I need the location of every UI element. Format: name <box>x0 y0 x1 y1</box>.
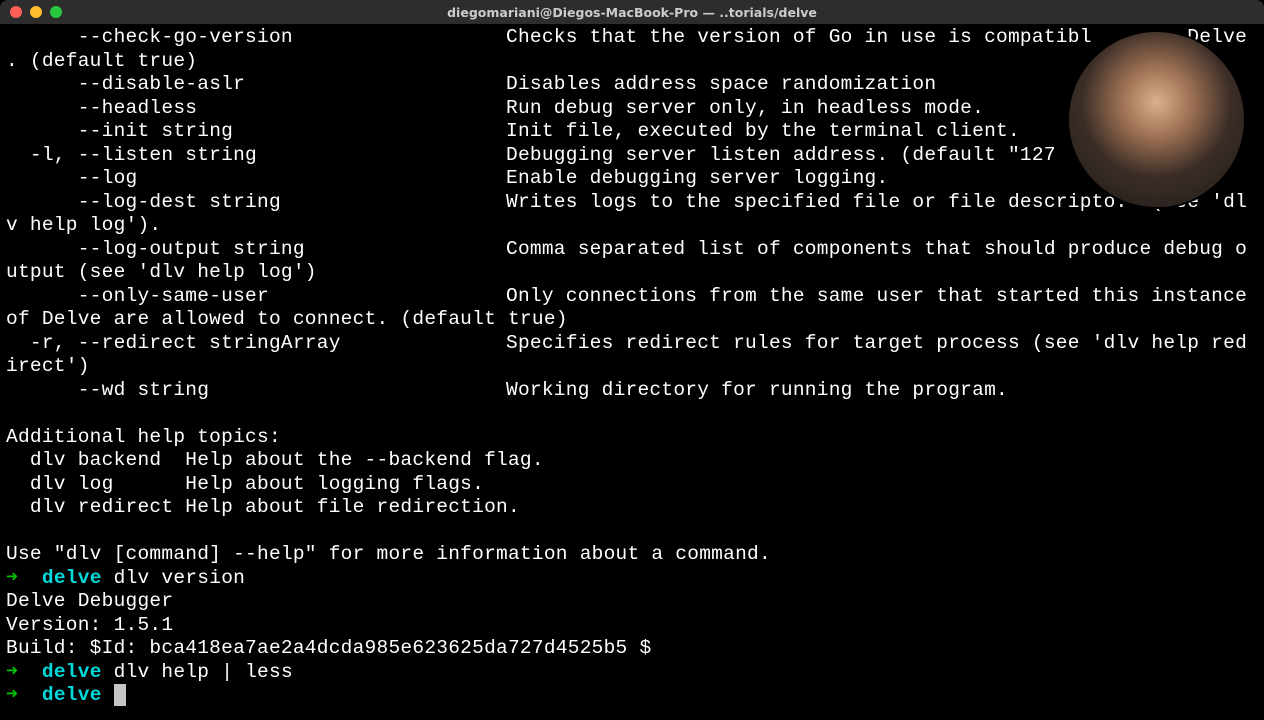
flag-name: --log-output string <box>6 238 506 262</box>
prompt-command: dlv help | less <box>114 661 293 683</box>
flag-name: --log <box>6 167 506 191</box>
flag-line: --only-same-userOnly connections from th… <box>6 285 1258 332</box>
flag-line: --log-output stringComma separated list … <box>6 238 1258 285</box>
prompt-command: dlv version <box>114 567 245 589</box>
flag-desc: Debugging server listen address. (defaul… <box>506 144 1056 166</box>
prompt-cwd: delve <box>42 684 102 706</box>
flag-name: --wd string <box>6 379 506 403</box>
flag-line: --disable-aslrDisables address space ran… <box>6 73 1258 97</box>
flag-continuation: . (default true) <box>6 50 1258 74</box>
terminal-window: diegomariani@Diegos-MacBook-Pro — ..tori… <box>0 0 1264 720</box>
output-line: Delve Debugger <box>6 590 1258 614</box>
flag-desc: Enable debugging server logging. <box>506 167 888 189</box>
flag-name: --check-go-version <box>6 26 506 50</box>
webcam-overlay <box>1069 32 1244 207</box>
prompt-cwd: delve <box>42 661 102 683</box>
flag-desc: Run debug server only, in headless mode. <box>506 97 984 119</box>
flag-name: -r, --redirect stringArray <box>6 332 506 356</box>
help-topic: dlv backend Help about the --backend fla… <box>6 449 1258 473</box>
flag-name: --log-dest string <box>6 191 506 215</box>
flag-name: --headless <box>6 97 506 121</box>
flag-desc: Working directory for running the progra… <box>506 379 1008 401</box>
help-topic: dlv redirect Help about file redirection… <box>6 496 1258 520</box>
flag-name: -l, --listen string <box>6 144 506 168</box>
flag-line: --logEnable debugging server logging. <box>6 167 1258 191</box>
output-line: Build: $Id: bca418ea7ae2a4dcda985e623625… <box>6 637 1258 661</box>
flag-line: --check-go-versionChecks that the versio… <box>6 26 1258 50</box>
flag-desc: Disables address space randomization <box>506 73 936 95</box>
help-topics-heading: Additional help topics: <box>6 426 1258 450</box>
prompt-arrow-icon: ➜ <box>6 567 18 589</box>
prompt-line: ➜ delve dlv version <box>6 567 1258 591</box>
prompt-line-current[interactable]: ➜ delve <box>6 684 1258 708</box>
flag-line: --wd stringWorking directory for running… <box>6 379 1258 403</box>
cursor-icon <box>114 684 126 706</box>
flag-name: --init string <box>6 120 506 144</box>
flag-desc: Init file, executed by the terminal clie… <box>506 120 1020 142</box>
prompt-arrow-icon: ➜ <box>6 684 18 706</box>
output-line: Version: 1.5.1 <box>6 614 1258 638</box>
prompt-cwd: delve <box>42 567 102 589</box>
prompt-arrow-icon: ➜ <box>6 661 18 683</box>
footer-hint: Use "dlv [command] --help" for more info… <box>6 543 1258 567</box>
flag-line: -l, --listen stringDebugging server list… <box>6 144 1258 168</box>
flag-line: --log-dest stringWrites logs to the spec… <box>6 191 1258 238</box>
titlebar: diegomariani@Diegos-MacBook-Pro — ..tori… <box>0 0 1264 24</box>
flag-line: -r, --redirect stringArraySpecifies redi… <box>6 332 1258 379</box>
prompt-line: ➜ delve dlv help | less <box>6 661 1258 685</box>
flag-name: --only-same-user <box>6 285 506 309</box>
help-topic: dlv log Help about logging flags. <box>6 473 1258 497</box>
window-title: diegomariani@Diegos-MacBook-Pro — ..tori… <box>0 5 1264 20</box>
flag-name: --disable-aslr <box>6 73 506 97</box>
